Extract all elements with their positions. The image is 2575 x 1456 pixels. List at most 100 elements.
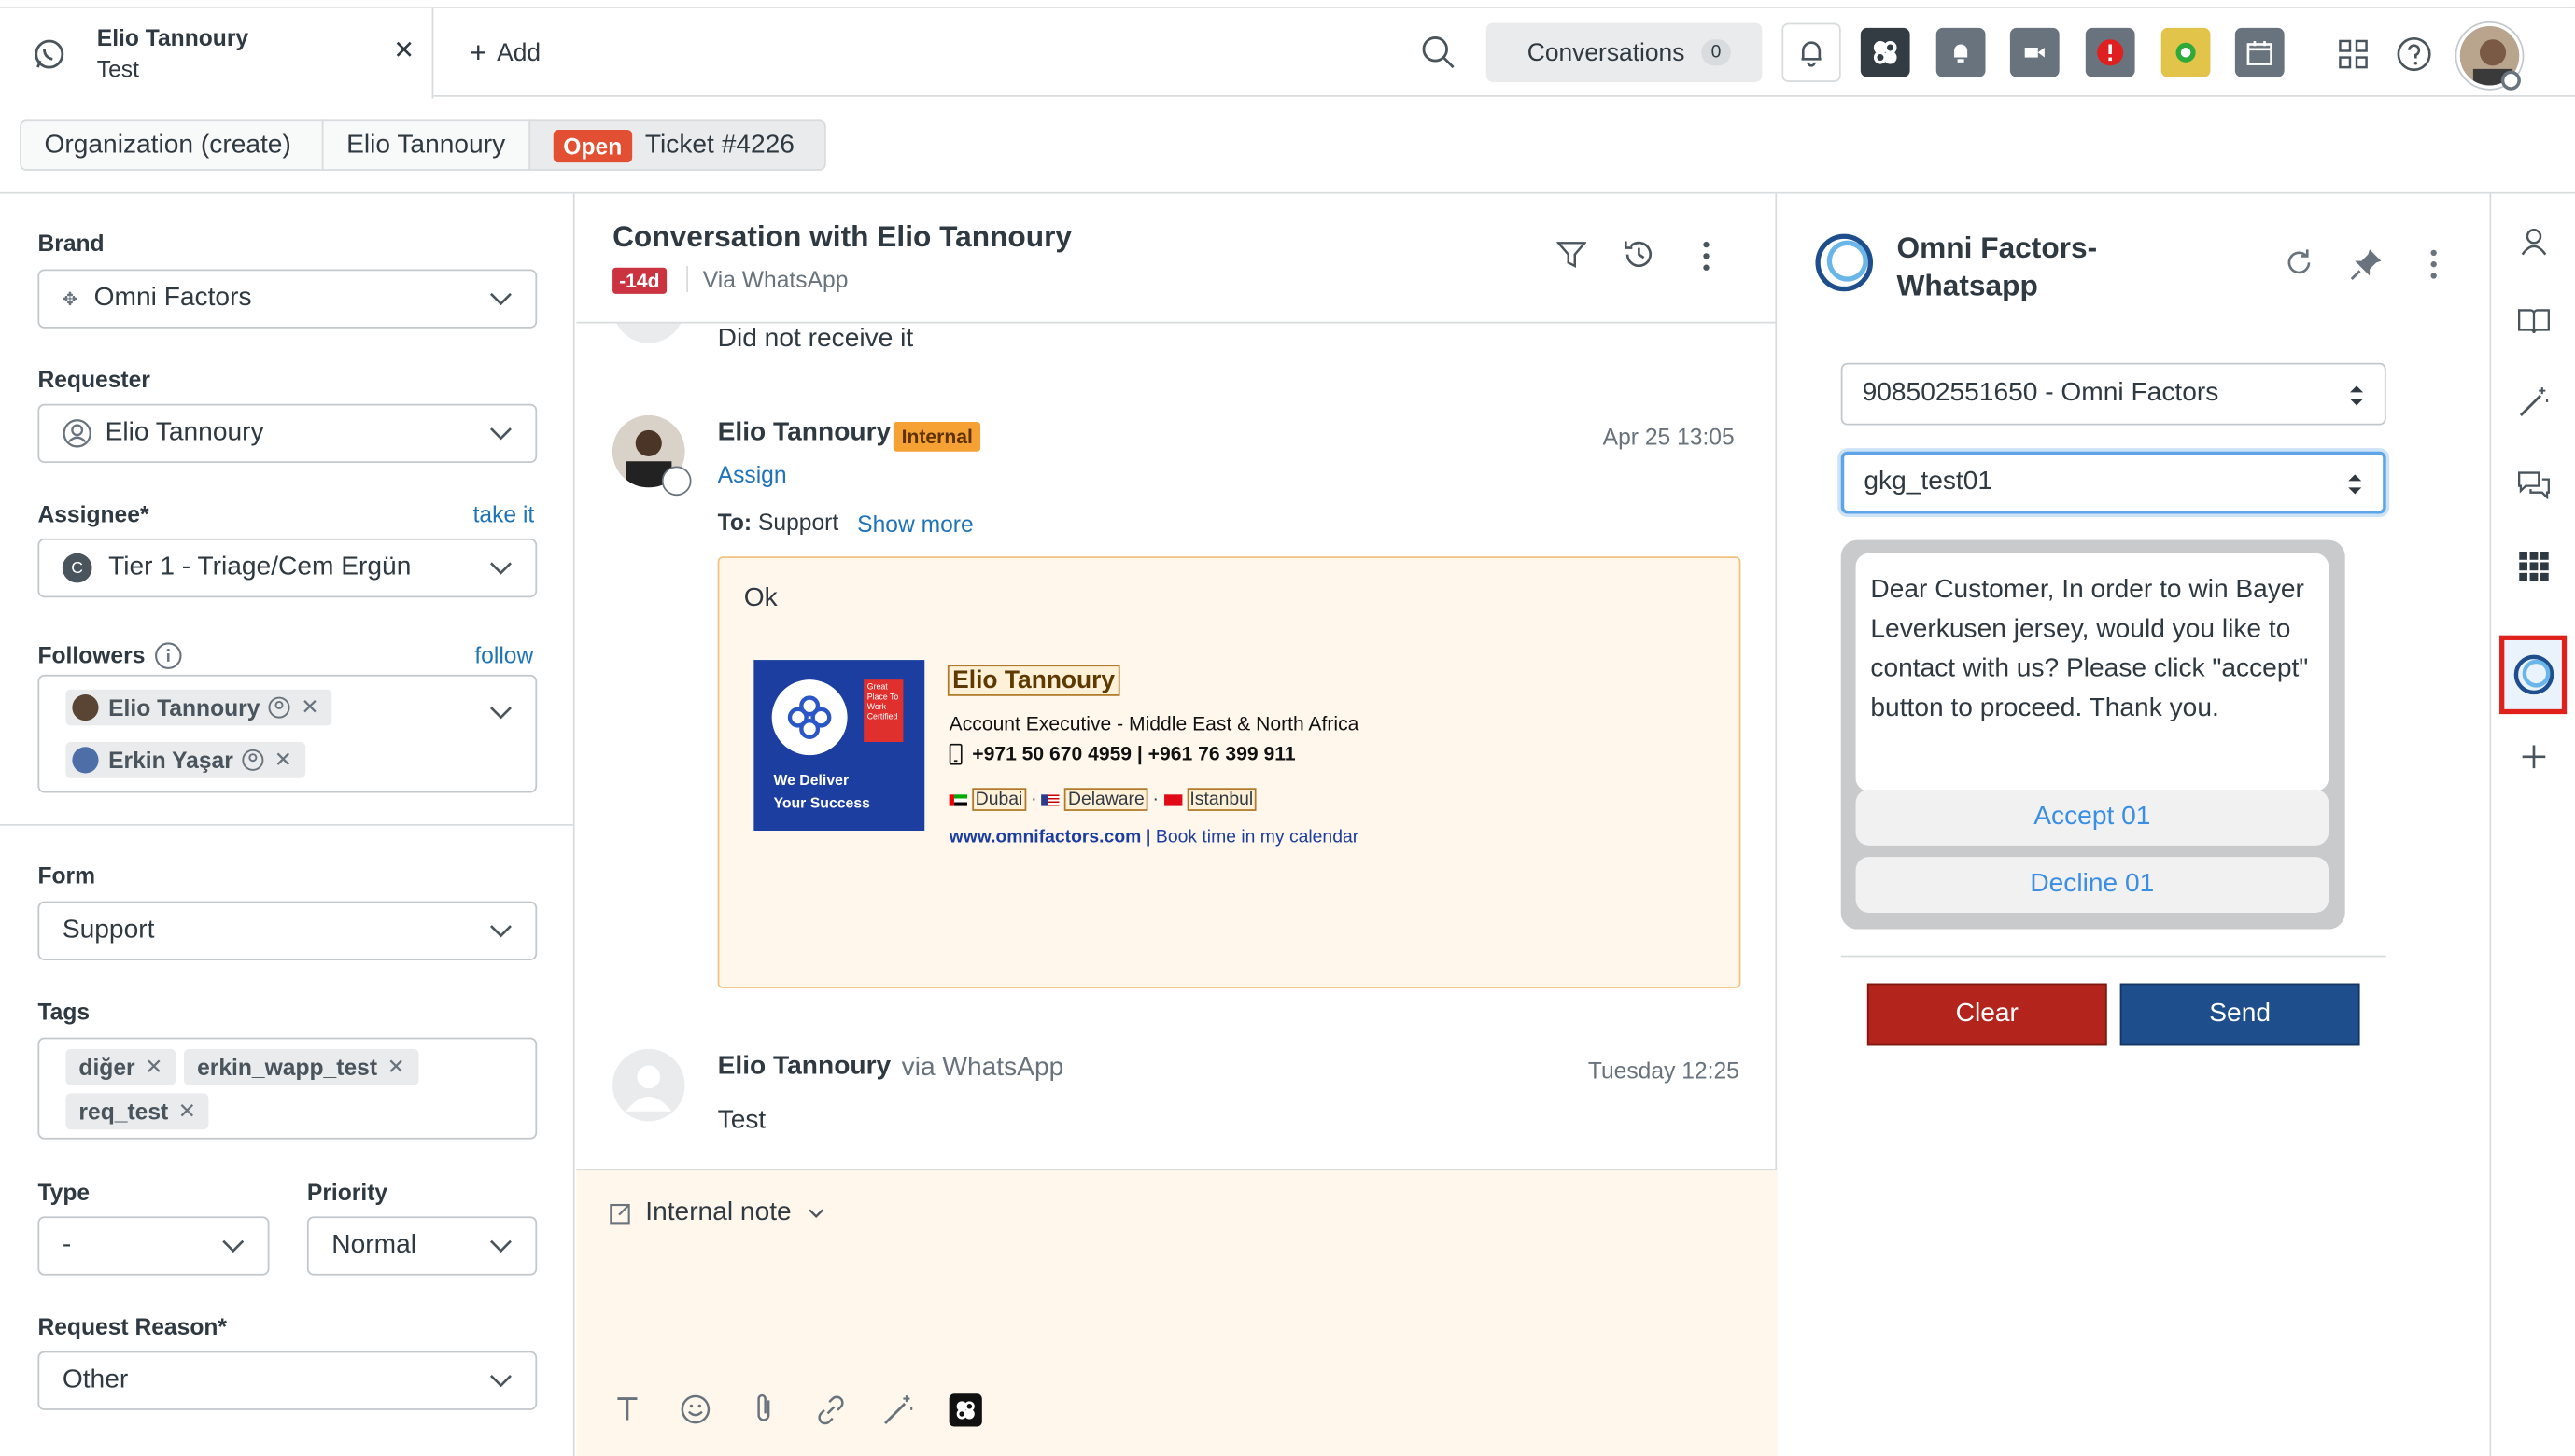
help-icon[interactable] [2396, 36, 2432, 73]
divider [686, 265, 688, 293]
calendar-link[interactable]: Book time in my calendar [1156, 827, 1358, 847]
alert-app-icon[interactable] [1935, 27, 1986, 77]
add-app-icon[interactable] [2512, 735, 2555, 778]
status-badge: Open [553, 129, 632, 162]
tags-field[interactable]: diğer ✕ erkin_wapp_test ✕ req_test ✕ [37, 1037, 538, 1140]
avatar [612, 1048, 685, 1122]
assignee-select[interactable]: C Tier 1 - Triage/Cem Ergün [37, 538, 538, 598]
avatar [72, 747, 99, 774]
brand-select[interactable]: ✥ Omni Factors [37, 269, 538, 329]
form-label: Form [37, 861, 96, 889]
message-channel: via WhatsApp [901, 1054, 1064, 1083]
urgent-app-icon[interactable] [2085, 27, 2135, 77]
plus-icon: + [470, 35, 487, 69]
info-icon[interactable] [154, 642, 182, 670]
internal-badge: Internal [893, 422, 981, 452]
ticket-tab[interactable]: Elio Tannoury Test [0, 7, 434, 99]
conversation-title: Conversation with Elio Tannoury [612, 219, 1073, 253]
message-text: Did not receive it [717, 325, 914, 354]
side-conversations-icon[interactable] [2512, 463, 2555, 506]
chevron-down-icon [489, 292, 512, 306]
search-icon[interactable] [1420, 35, 1456, 71]
omni-whatsapp-app-icon[interactable] [2499, 635, 2568, 715]
take-it-link[interactable]: take it [473, 500, 535, 526]
follower-chip: Erkin Yaşar ✕ [65, 742, 306, 778]
refresh-icon[interactable] [2285, 248, 2315, 278]
chevron-down-icon [809, 1209, 823, 1218]
signature-role: Account Executive - Middle East & North … [949, 712, 1359, 735]
magic-wand-icon[interactable] [882, 1393, 915, 1426]
internal-note-body: Ok Great Place To Work Certified We Deli… [717, 556, 1741, 988]
apps-icon[interactable] [2512, 545, 2555, 588]
emoji-icon[interactable] [680, 1393, 711, 1424]
form-select[interactable]: Support [37, 901, 538, 960]
flag-us-icon [1041, 793, 1061, 805]
knowledge-icon[interactable] [2512, 301, 2555, 343]
chevron-down-icon [489, 1375, 512, 1388]
whatsapp-app-panel: Omni Factors- Whatsapp 908502551650 - Om… [1778, 193, 2488, 1456]
link-icon[interactable] [814, 1393, 847, 1426]
crumb-requester[interactable]: Elio Tannoury [321, 119, 531, 171]
magic-wand-icon[interactable] [2512, 381, 2555, 424]
message-author: Elio Tannoury [717, 1052, 892, 1081]
website-link[interactable]: www.omnifactors.com [950, 827, 1142, 847]
divider [1840, 955, 2386, 958]
omni-app-icon[interactable] [949, 1393, 982, 1427]
brand-label: Brand [37, 230, 105, 257]
template-preview: Dear Customer, In order to win Bayer Lev… [1840, 539, 2345, 930]
remove-icon[interactable]: ✕ [301, 694, 318, 721]
requester-label: Requester [37, 366, 150, 393]
notifications-button[interactable] [1781, 22, 1841, 82]
text-format-icon[interactable] [612, 1393, 642, 1423]
more-options-icon[interactable] [2430, 249, 2437, 279]
show-more-link[interactable]: Show more [857, 511, 974, 537]
select-arrows-icon [2348, 474, 2362, 495]
status-indicator [2500, 70, 2521, 91]
type-select[interactable]: - [37, 1216, 270, 1276]
add-tab-button[interactable]: + Add [470, 36, 541, 71]
flag-uae-icon [949, 793, 967, 805]
send-button[interactable]: Send [2119, 983, 2360, 1046]
chevron-down-icon [489, 707, 512, 720]
select-arrows-icon [2349, 385, 2364, 406]
conversations-button[interactable]: Conversations 0 [1485, 22, 1763, 82]
clear-button[interactable]: Clear [1866, 983, 2107, 1046]
remove-icon[interactable]: ✕ [178, 1099, 196, 1125]
chat-app-icon[interactable] [2160, 27, 2211, 77]
attachment-icon[interactable] [753, 1393, 776, 1425]
composer[interactable]: Internal note [576, 1169, 1778, 1456]
phone-number-select[interactable]: 908502551650 - Omni Factors [1840, 362, 2386, 426]
requester-select[interactable]: Elio Tannoury [37, 403, 538, 464]
breadcrumb: Organization (create) Elio Tannoury Open… [0, 98, 2575, 194]
remove-icon[interactable]: ✕ [387, 1054, 405, 1080]
remove-icon[interactable]: ✕ [145, 1054, 162, 1080]
template-select[interactable]: gkg_test01 [1840, 451, 2386, 514]
crumb-ticket[interactable]: Open Ticket #4226 [528, 119, 826, 171]
remove-icon[interactable]: ✕ [274, 747, 292, 773]
history-icon[interactable] [1623, 238, 1655, 271]
close-tab-icon[interactable] [394, 39, 414, 59]
follow-link[interactable]: follow [474, 642, 533, 668]
composer-mode-select[interactable]: Internal note [610, 1198, 824, 1228]
accept-button[interactable]: Accept 01 [1855, 790, 2329, 846]
customer-context-icon[interactable] [2512, 220, 2555, 263]
calendar-app-icon[interactable] [2234, 27, 2285, 77]
more-options-icon[interactable] [1703, 241, 1710, 272]
assign-link[interactable]: Assign [718, 461, 787, 487]
brand-icon: ✥ [62, 289, 78, 310]
request-reason-select[interactable]: Other [37, 1351, 538, 1410]
crumb-organization[interactable]: Organization (create) [20, 119, 324, 171]
apps-grid-icon[interactable] [2339, 39, 2369, 69]
whatsapp-icon [33, 37, 65, 70]
decline-button[interactable]: Decline 01 [1855, 857, 2329, 913]
conversation-panel: Conversation with Elio Tannoury -14d Via… [576, 193, 1778, 1456]
recipients: To: Support [717, 509, 839, 536]
omni-app-icon[interactable] [1860, 27, 1910, 77]
video-app-icon[interactable] [2009, 27, 2060, 77]
pin-icon[interactable] [2350, 248, 2383, 281]
followers-field[interactable]: Elio Tannoury ✕ Erkin Yaşar ✕ [37, 674, 538, 793]
filter-icon[interactable] [1556, 240, 1587, 270]
message-text: Test [717, 1106, 767, 1135]
user-circle-icon [661, 466, 692, 497]
priority-select[interactable]: Normal [306, 1216, 538, 1276]
